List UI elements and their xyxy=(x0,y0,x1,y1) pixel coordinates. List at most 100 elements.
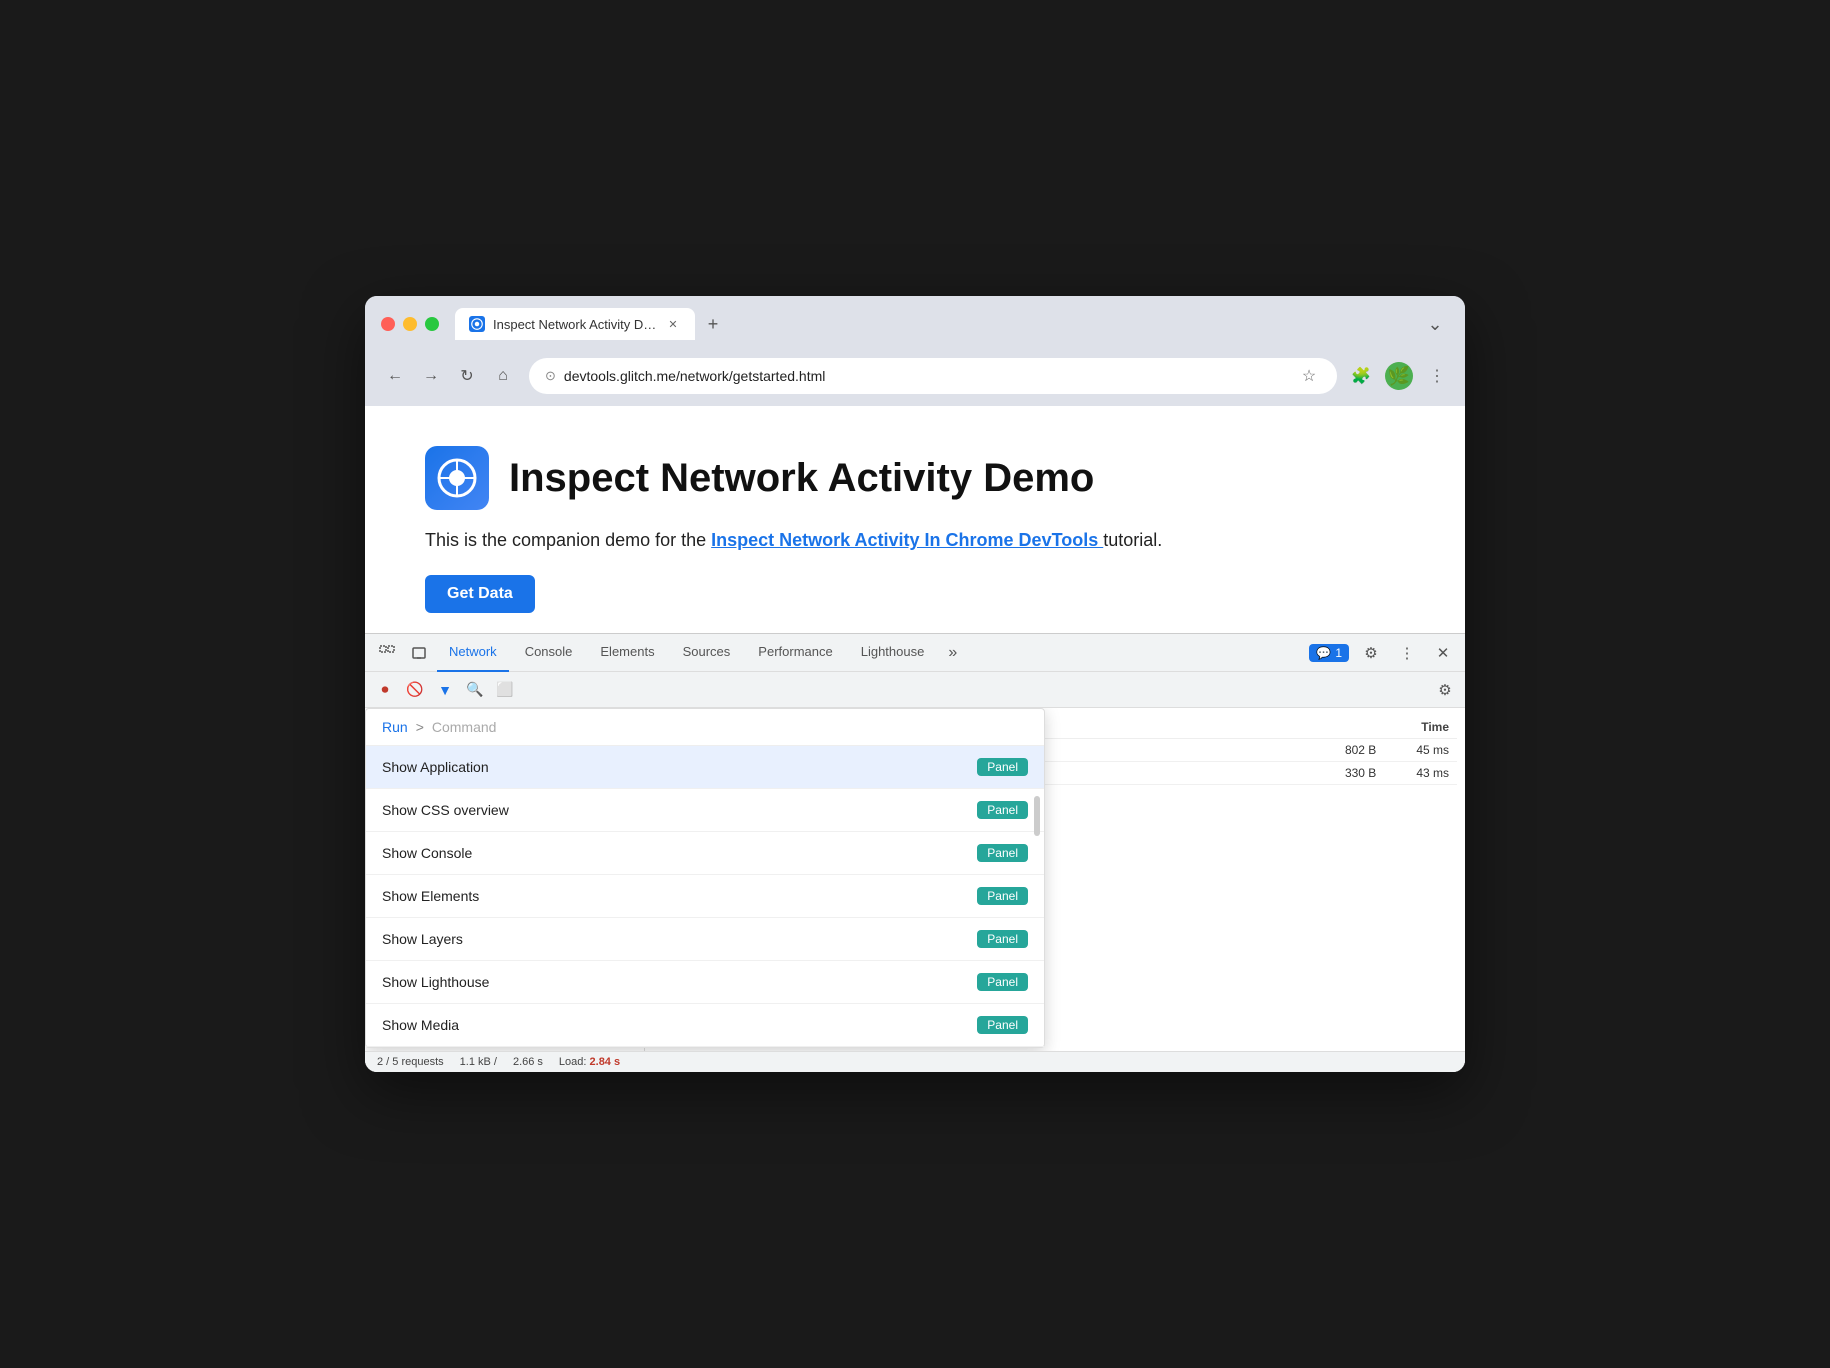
page-description: This is the companion demo for the Inspe… xyxy=(425,530,1405,551)
command-separator: > xyxy=(416,719,424,735)
lighthouse-panel-badge: Panel xyxy=(977,973,1028,991)
command-item-show-lighthouse[interactable]: Show Lighthouse Panel xyxy=(366,961,1044,1004)
tabs-row: Inspect Network Activity Dem ✕ + ⌄ xyxy=(455,308,1449,340)
show-media-label: Show Media xyxy=(382,1017,459,1033)
description-suffix: tutorial. xyxy=(1103,530,1162,550)
console-messages-badge[interactable]: 💬 1 xyxy=(1309,644,1349,662)
command-scrollbar[interactable] xyxy=(1034,796,1040,1047)
devtools-right-actions: 💬 1 ⚙ ⋮ ✕ xyxy=(1309,639,1457,667)
forward-button[interactable]: → xyxy=(417,362,445,390)
address-actions: ☆ xyxy=(1297,364,1321,388)
minimize-traffic-light[interactable] xyxy=(403,317,417,331)
devtools-close-button[interactable]: ✕ xyxy=(1429,639,1457,667)
elements-panel-badge: Panel xyxy=(977,887,1028,905)
load-time: 2.84 s xyxy=(590,1056,621,1068)
maximize-traffic-light[interactable] xyxy=(425,317,439,331)
command-placeholder: Command xyxy=(432,719,497,735)
show-console-label: Show Console xyxy=(382,845,472,861)
network-settings-button[interactable]: ⚙ xyxy=(1433,678,1457,702)
tab-lighthouse[interactable]: Lighthouse xyxy=(849,634,937,672)
devtools-panel: Network Console Elements Sources Perform… xyxy=(365,633,1465,1072)
browser-window: Inspect Network Activity Dem ✕ + ⌄ ← → ↻… xyxy=(365,296,1465,1072)
active-tab[interactable]: Inspect Network Activity Dem ✕ xyxy=(455,308,695,340)
page-icon xyxy=(425,446,489,510)
performance-tab-label: Performance xyxy=(758,644,832,659)
page-content: Inspect Network Activity Demo This is th… xyxy=(365,406,1465,633)
command-scrollbar-thumb xyxy=(1034,796,1040,836)
command-input-row: Run > Command xyxy=(366,709,1044,746)
badge-count: 1 xyxy=(1335,646,1342,660)
tab-elements[interactable]: Elements xyxy=(588,634,666,672)
time-column-header: Time xyxy=(1421,720,1449,734)
badge-icon: 💬 xyxy=(1316,646,1331,660)
load-label: Load: 2.84 s xyxy=(559,1056,620,1068)
elements-tab-label: Elements xyxy=(600,644,654,659)
address-input[interactable]: ⊙ devtools.glitch.me/network/getstarted.… xyxy=(529,358,1337,394)
tab-menu-button[interactable]: ⌄ xyxy=(1421,310,1449,338)
tab-network[interactable]: Network xyxy=(437,634,509,672)
transfer-size: 1.1 kB / xyxy=(460,1056,497,1068)
title-bar: Inspect Network Activity Dem ✕ + ⌄ xyxy=(365,296,1465,350)
show-css-overview-label: Show CSS overview xyxy=(382,802,509,818)
getstarted-js-time: 43 ms xyxy=(1416,766,1449,780)
layers-panel-badge: Panel xyxy=(977,930,1028,948)
bookmark-button[interactable]: ☆ xyxy=(1297,364,1321,388)
tab-sources[interactable]: Sources xyxy=(671,634,743,672)
requests-count: 2 / 5 requests xyxy=(377,1056,444,1068)
media-panel-badge: Panel xyxy=(977,1016,1028,1034)
get-data-button[interactable]: Get Data xyxy=(425,575,535,613)
inspect-element-button[interactable] xyxy=(373,639,401,667)
command-item-show-elements[interactable]: Show Elements Panel xyxy=(366,875,1044,918)
page-title: Inspect Network Activity Demo xyxy=(509,456,1094,501)
console-tab-label: Console xyxy=(525,644,573,659)
devtools-link[interactable]: Inspect Network Activity In Chrome DevTo… xyxy=(711,530,1103,550)
network-toolbar: ⏺ 🚫 ▼ 🔍 ⬜ ⚙ xyxy=(365,672,1465,708)
main-css-time: 45 ms xyxy=(1416,743,1449,757)
profile-avatar[interactable]: 🌿 xyxy=(1385,362,1413,390)
command-item-show-layers[interactable]: Show Layers Panel xyxy=(366,918,1044,961)
lighthouse-tab-label: Lighthouse xyxy=(861,644,925,659)
back-button[interactable]: ← xyxy=(381,362,409,390)
devtools-settings-button[interactable]: ⚙ xyxy=(1357,639,1385,667)
nav-buttons: ← → ↻ ⌂ xyxy=(381,362,517,390)
network-panel: ⏺ 🚫 ▼ 🔍 ⬜ ⚙ ▼ Filter All Fe xyxy=(365,672,1465,1072)
sources-tab-label: Sources xyxy=(683,644,731,659)
css-overview-panel-badge: Panel xyxy=(977,801,1028,819)
main-css-size: 802 B xyxy=(1345,743,1376,757)
command-palette: Run > Command Show Application Panel Sho… xyxy=(365,708,1045,1048)
record-button[interactable]: ⏺ xyxy=(373,678,397,702)
application-panel-badge: Panel xyxy=(977,758,1028,776)
devtools-menu-button[interactable]: ⋮ xyxy=(1393,639,1421,667)
url-text: devtools.glitch.me/network/getstarted.ht… xyxy=(564,368,1289,384)
home-button[interactable]: ⌂ xyxy=(489,362,517,390)
network-status-bar: 2 / 5 requests 1.1 kB / 2.66 s Load: 2.8… xyxy=(365,1051,1465,1072)
command-item-show-console[interactable]: Show Console Panel xyxy=(366,832,1044,875)
filter-button[interactable]: ▼ xyxy=(433,678,457,702)
new-tab-button[interactable]: + xyxy=(699,310,727,338)
capture-screenshots-button[interactable]: ⬜ xyxy=(493,678,517,702)
console-panel-badge: Panel xyxy=(977,844,1028,862)
tab-title: Inspect Network Activity Dem xyxy=(493,317,657,332)
device-toolbar-button[interactable] xyxy=(405,639,433,667)
more-tabs-button[interactable]: » xyxy=(940,644,965,662)
show-lighthouse-label: Show Lighthouse xyxy=(382,974,489,990)
run-label: Run xyxy=(382,719,408,735)
clear-button[interactable]: 🚫 xyxy=(403,678,427,702)
tab-close-button[interactable]: ✕ xyxy=(665,316,681,332)
finish-time: 2.66 s xyxy=(513,1056,543,1068)
extensions-button[interactable]: 🧩 xyxy=(1349,364,1373,388)
tab-performance[interactable]: Performance xyxy=(746,634,844,672)
network-tab-label: Network xyxy=(449,644,497,659)
command-item-show-application[interactable]: Show Application Panel xyxy=(366,746,1044,789)
show-layers-label: Show Layers xyxy=(382,931,463,947)
chrome-menu-button[interactable]: ⋮ xyxy=(1425,364,1449,388)
reload-button[interactable]: ↻ xyxy=(453,362,481,390)
command-item-show-media[interactable]: Show Media Panel xyxy=(366,1004,1044,1047)
search-button[interactable]: 🔍 xyxy=(463,678,487,702)
devtools-toolbar: Network Console Elements Sources Perform… xyxy=(365,634,1465,672)
show-application-label: Show Application xyxy=(382,759,489,775)
command-item-show-css-overview[interactable]: Show CSS overview Panel xyxy=(366,789,1044,832)
tab-console[interactable]: Console xyxy=(513,634,585,672)
page-header: Inspect Network Activity Demo xyxy=(425,446,1405,510)
close-traffic-light[interactable] xyxy=(381,317,395,331)
